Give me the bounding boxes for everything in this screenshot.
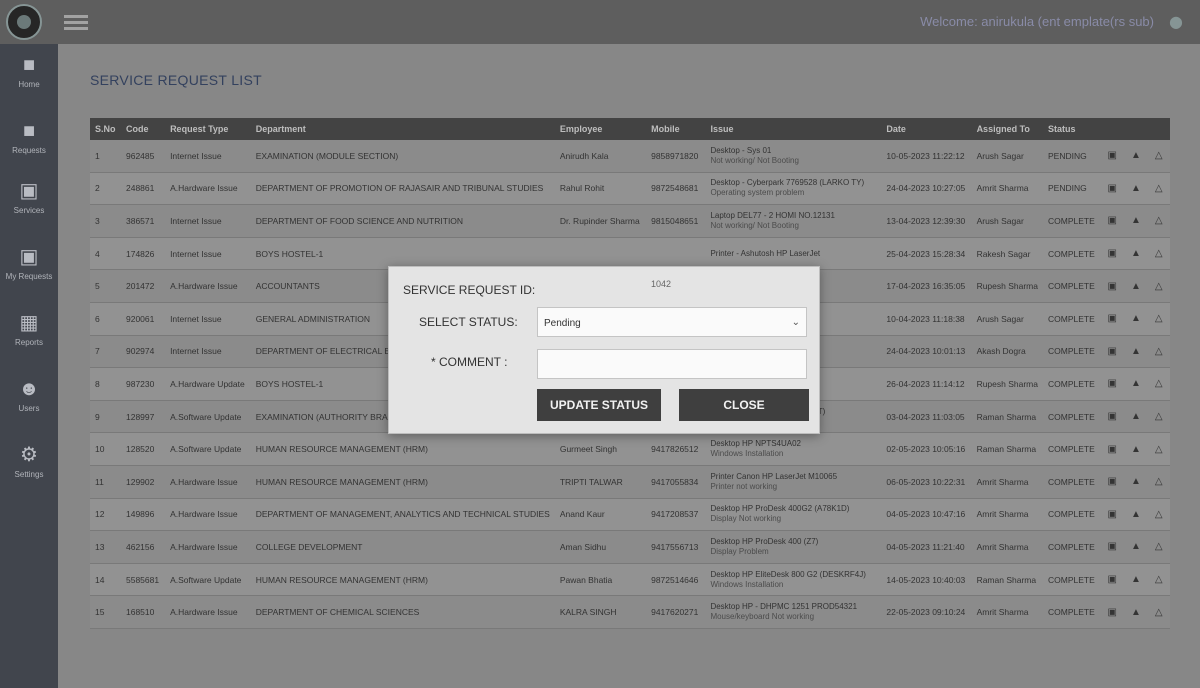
close-button[interactable]: CLOSE bbox=[679, 389, 809, 421]
status-label: SELECT STATUS: bbox=[419, 315, 518, 329]
status-select-value: Pending bbox=[544, 318, 581, 329]
update-status-button[interactable]: UPDATE STATUS bbox=[537, 389, 661, 421]
comment-input[interactable] bbox=[537, 349, 807, 379]
request-id-label: SERVICE REQUEST ID: bbox=[403, 283, 536, 297]
update-status-modal: SERVICE REQUEST ID: 1042 SELECT STATUS: … bbox=[388, 266, 820, 434]
status-select[interactable]: Pending ⌄ bbox=[537, 307, 807, 337]
chevron-down-icon: ⌄ bbox=[791, 317, 800, 328]
comment-label: * COMMENT : bbox=[431, 355, 508, 369]
request-id-value: 1042 bbox=[651, 279, 672, 289]
